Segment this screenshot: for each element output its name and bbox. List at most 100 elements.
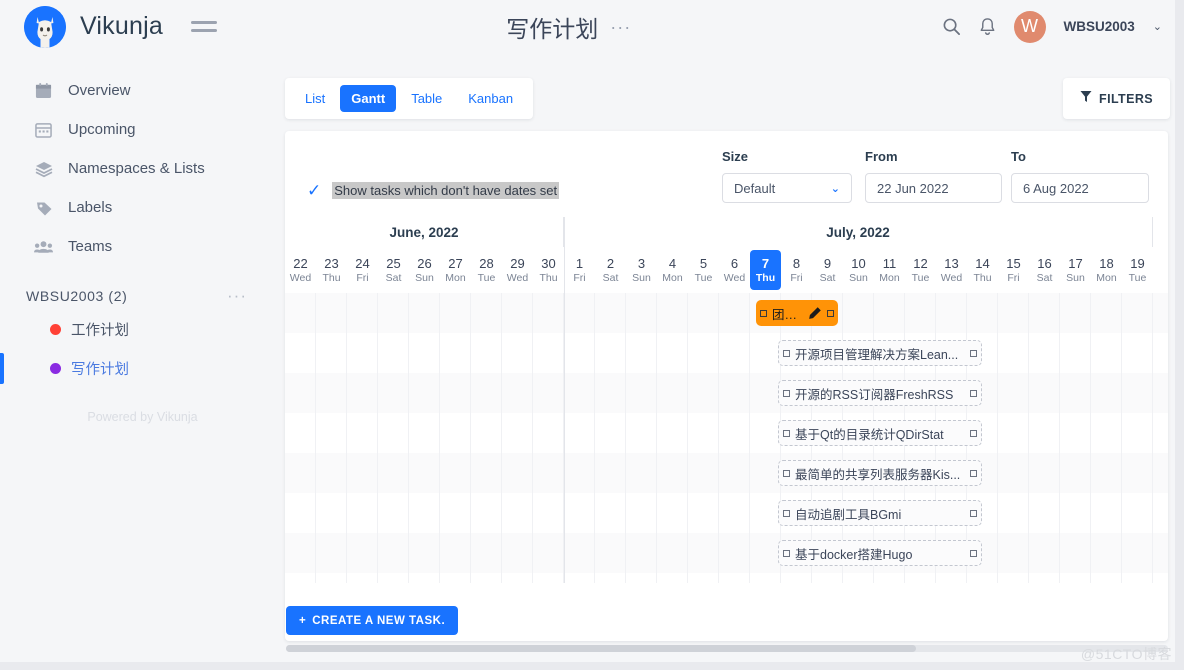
tab-list[interactable]: List: [294, 85, 336, 112]
gantt-day: 24 Fri: [347, 247, 378, 293]
resize-handle-right[interactable]: [970, 429, 981, 437]
size-label: Size: [722, 149, 749, 164]
size-value: Default: [734, 180, 776, 196]
tab-kanban[interactable]: Kanban: [457, 85, 524, 112]
gantt-day-number: 4: [668, 256, 677, 271]
layers-icon: [33, 160, 54, 178]
gantt-month-label: July, 2022: [564, 217, 1153, 247]
gantt-day: 30 Thu: [533, 247, 564, 293]
namespace-title: WBSU2003 (2): [26, 288, 128, 304]
gantt-task-bar[interactable]: 最简单的共享列表服务器Kis...: [778, 460, 982, 486]
resize-handle-left[interactable]: [779, 349, 790, 357]
resize-handle-left[interactable]: [779, 389, 790, 397]
resize-handle-left[interactable]: [779, 429, 790, 437]
username-label[interactable]: WBSU2003: [1064, 19, 1135, 34]
sidebar-item-namespaces-lists[interactable]: Namespaces & Lists: [0, 149, 275, 188]
gantt-day-number: 15: [1006, 256, 1021, 271]
scrollbar-thumb[interactable]: [286, 645, 916, 652]
filters-label: FILTERS: [1099, 91, 1153, 106]
show-undated-checkbox[interactable]: ✓ Show tasks which don't have dates set: [307, 182, 560, 199]
tab-gantt[interactable]: Gantt: [340, 85, 397, 112]
resize-handle-left[interactable]: [779, 469, 790, 477]
gantt-day: 9 Sat: [812, 247, 843, 293]
gantt-day-number: 28: [479, 256, 494, 271]
gantt-day: 4 Mon: [657, 247, 688, 293]
gantt-day-number: 24: [355, 256, 370, 271]
page-title-area: 写作计划 ···: [196, 10, 942, 44]
users-icon: [33, 239, 54, 255]
size-select[interactable]: Default ⌄: [722, 173, 852, 203]
gantt-day: 10 Sun: [843, 247, 874, 293]
pencil-icon[interactable]: [807, 306, 827, 321]
namespace-menu-icon[interactable]: ···: [227, 287, 247, 304]
to-value: 6 Aug 2022: [1023, 180, 1089, 196]
handle-square-icon: [783, 349, 790, 357]
gantt-task-title: 开源的RSS订阅器FreshRSS: [795, 387, 954, 402]
gantt-task-bar[interactable]: 自动追剧工具BGmi: [778, 500, 982, 526]
gantt-day: 8 Fri: [781, 247, 812, 293]
resize-handle-right[interactable]: [827, 309, 838, 317]
gantt-day-weekday: Thu: [973, 272, 992, 284]
gantt-day-number: 16: [1037, 256, 1052, 271]
gantt-day: 27 Mon: [440, 247, 471, 293]
avatar[interactable]: W: [1013, 10, 1046, 43]
calendar-overview-icon: [33, 82, 54, 99]
gantt-day-weekday: Thu: [539, 272, 558, 284]
sidebar-list-item[interactable]: 工作计划: [0, 310, 275, 349]
gantt-day: 6 Wed: [719, 247, 750, 293]
gantt-task-bar[interactable]: 开源项目管理解决方案Lean...: [778, 340, 982, 366]
list-color-dot: [50, 363, 61, 374]
sidebar-item-upcoming[interactable]: Upcoming: [0, 110, 275, 149]
gantt-task-bar[interactable]: 团队...: [756, 300, 838, 326]
sidebar-item-overview[interactable]: Overview: [0, 71, 275, 110]
resize-handle-left[interactable]: [779, 549, 790, 557]
resize-handle-right[interactable]: [970, 549, 981, 557]
handle-square-icon: [827, 309, 834, 317]
vikunja-app: Vikunja 写作计划 ··· W WBSU2003 ⌄ Overview U…: [0, 0, 1184, 670]
from-value: 22 Jun 2022: [877, 180, 949, 196]
bell-icon[interactable]: [979, 17, 996, 36]
sidebar-item-label: Upcoming: [68, 121, 136, 138]
gantt-day-weekday: Fri: [356, 272, 369, 284]
gantt-day-number: 27: [448, 256, 463, 271]
llama-logo-icon[interactable]: [24, 5, 66, 48]
gantt-day-weekday: Sun: [1066, 272, 1085, 284]
handle-square-icon: [970, 389, 977, 397]
title-menu-icon[interactable]: ···: [610, 18, 631, 36]
filters-button[interactable]: FILTERS: [1063, 78, 1170, 119]
gantt-day-weekday: Mon: [1096, 272, 1117, 284]
resize-handle-right[interactable]: [970, 389, 981, 397]
resize-handle-right[interactable]: [970, 509, 981, 517]
from-label: From: [865, 149, 898, 164]
gantt-task-bar[interactable]: 开源的RSS订阅器FreshRSS: [778, 380, 982, 406]
chevron-down-icon[interactable]: ⌄: [1153, 20, 1162, 33]
resize-handle-right[interactable]: [970, 349, 981, 357]
resize-handle-left[interactable]: [779, 509, 790, 517]
sidebar-item-labels[interactable]: Labels: [0, 188, 275, 227]
gantt-day: 3 Sun: [626, 247, 657, 293]
list-item-label: 工作计划: [71, 323, 129, 339]
sidebar-list-item-active[interactable]: 写作计划: [0, 349, 275, 388]
sidebar-item-teams[interactable]: Teams: [0, 227, 275, 266]
sidebar-item-label: Namespaces & Lists: [68, 160, 205, 177]
create-new-task-button[interactable]: + CREATE A NEW TASK.: [286, 606, 459, 635]
tab-table[interactable]: Table: [400, 85, 453, 112]
gantt-day-number: 30: [541, 256, 556, 271]
gantt-day-number: 3: [637, 256, 646, 271]
search-icon[interactable]: [942, 17, 961, 36]
handle-square-icon: [970, 549, 977, 557]
to-date-input[interactable]: 6 Aug 2022: [1011, 173, 1149, 203]
gantt-day-weekday: Thu: [322, 272, 341, 284]
gantt-task-bar[interactable]: 基于Qt的目录统计QDirStat: [778, 420, 982, 446]
gantt-month-label: June, 2022: [285, 217, 564, 247]
from-date-input[interactable]: 22 Jun 2022: [865, 173, 1002, 203]
gantt-day-weekday: Sun: [632, 272, 651, 284]
resize-handle-left[interactable]: [756, 309, 767, 317]
gantt-options-bar: ✓ Show tasks which don't have dates set …: [285, 131, 1168, 217]
resize-handle-right[interactable]: [970, 469, 981, 477]
horizontal-scrollbar[interactable]: [286, 645, 1168, 652]
gantt-day-number: 5: [699, 256, 708, 271]
gantt-day-weekday: Sat: [1036, 272, 1053, 284]
gantt-task-bar[interactable]: 基于docker搭建Hugo: [778, 540, 982, 566]
gantt-day-header: 22 Wed 23 Thu 24 Fri 25 Sat 26 Sun 27 Mon 28 Tue 29 Wed…: [285, 247, 1168, 293]
